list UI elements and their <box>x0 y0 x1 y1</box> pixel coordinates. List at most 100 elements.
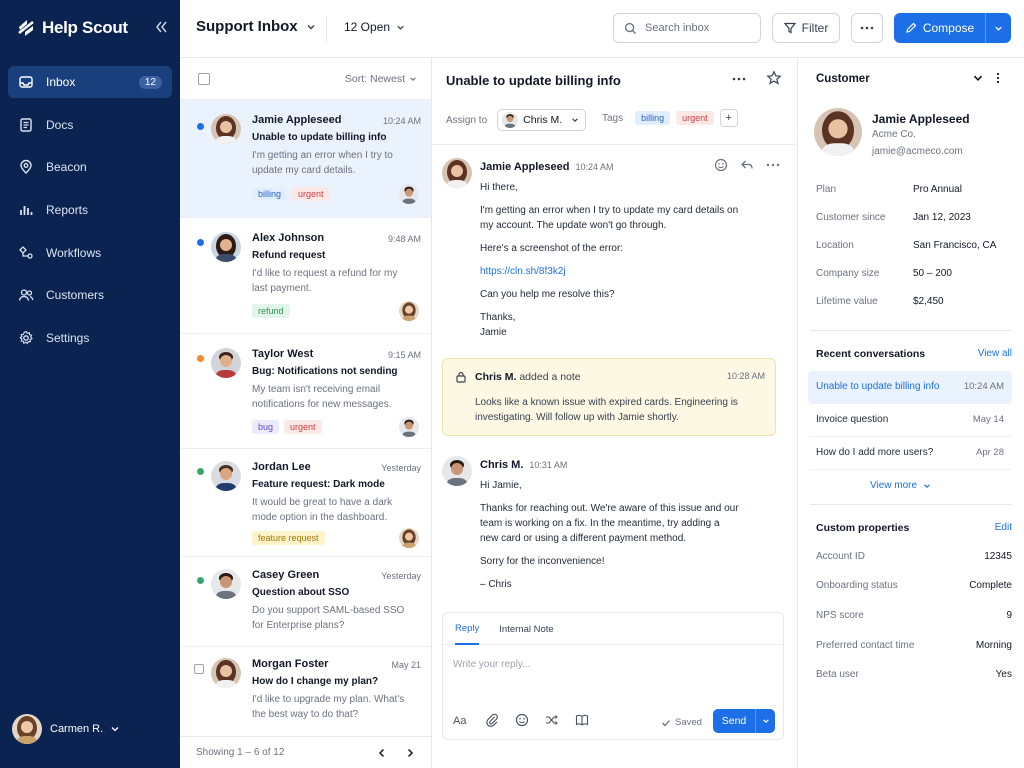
recent-conversation-item[interactable]: Unable to update billing info 10:24 AM <box>808 371 1012 403</box>
emoji-icon[interactable] <box>714 158 728 172</box>
assignee-avatar <box>502 112 518 128</box>
custom-properties-title: Custom properties <box>816 522 910 534</box>
view-more-button[interactable]: View more <box>870 480 931 491</box>
tag-urgent[interactable]: urgent <box>676 111 714 125</box>
customer-email[interactable]: jamie@acmeco.com <box>872 146 963 157</box>
field-label: Plan <box>816 184 837 195</box>
sidebar-item-label: Inbox <box>46 75 76 89</box>
conversation-item[interactable]: Jamie Appleseed 10:24 AM Unable to updat… <box>180 100 431 218</box>
collapse-sidebar-icon[interactable] <box>152 18 170 36</box>
draft-status: Saved <box>661 717 702 728</box>
more-vertical-icon[interactable] <box>996 72 1000 84</box>
field-label: Customer since <box>816 212 886 223</box>
tag-refund[interactable]: refund <box>252 304 290 318</box>
chevron-down-icon <box>307 24 315 29</box>
recent-conversation-item[interactable]: Invoice question May 14 <box>808 404 1012 436</box>
tab-internal-note[interactable]: Internal Note <box>499 613 553 645</box>
unread-indicator <box>197 239 204 246</box>
recent-conversations-title: Recent conversations <box>816 348 926 360</box>
conversation-item[interactable]: Jordan Lee Yesterday Feature request: Da… <box>180 449 431 557</box>
message-paragraph: Thanks for reaching out. We're aware of … <box>480 503 739 544</box>
chevron-left-icon[interactable] <box>377 748 387 758</box>
conversation-checkbox[interactable] <box>194 664 204 674</box>
tag-urgent[interactable]: urgent <box>284 420 322 434</box>
more-horizontal-icon[interactable] <box>766 158 780 172</box>
unread-indicator <box>197 577 204 584</box>
user-menu[interactable]: Carmen R. <box>12 714 119 744</box>
compose-label: Compose <box>922 21 975 35</box>
conversation-item[interactable]: Taylor West 9:15 AM Bug: Notifications n… <box>180 334 431 449</box>
text-format-icon[interactable]: Aa <box>453 713 469 727</box>
compose-main[interactable]: Compose <box>894 13 985 43</box>
sidebar-item-reports[interactable]: Reports <box>8 194 172 226</box>
reply-icon[interactable] <box>740 158 754 172</box>
customers-icon <box>18 289 34 302</box>
sidebar-item-settings[interactable]: Settings <box>8 322 172 354</box>
divider <box>810 504 1012 505</box>
more-horizontal-icon <box>860 26 874 30</box>
conversation-item[interactable]: Morgan Foster May 21 How do I change my … <box>180 647 431 734</box>
conversation-subject: Bug: Notifications not sending <box>252 366 398 377</box>
shuffle-icon[interactable] <box>545 713 559 727</box>
inbox-switcher[interactable]: Support Inbox <box>196 18 316 35</box>
compose-button[interactable]: Compose <box>894 13 1011 43</box>
sidebar-item-label: Settings <box>46 331 90 346</box>
select-all-checkbox[interactable] <box>198 72 210 85</box>
message-paragraph: Sorry for the inconvenience! <box>480 556 605 567</box>
tag-billing[interactable]: billing <box>635 111 671 125</box>
status-filter-dropdown[interactable]: 12 Open <box>344 20 405 34</box>
screenshot-link[interactable]: https://cln.sh/8f3k2j <box>480 266 566 277</box>
add-tag-button[interactable]: + <box>719 109 738 127</box>
attachment-icon[interactable] <box>485 713 499 727</box>
property-label: NPS score <box>816 610 864 621</box>
assignee-avatar <box>399 301 419 321</box>
book-icon[interactable] <box>575 713 589 727</box>
conversation-tags: bug urgent <box>252 420 322 434</box>
filter-button[interactable]: Filter <box>772 13 840 43</box>
sort-label: Sort: Newest <box>344 72 405 85</box>
send-button[interactable]: Send <box>713 709 775 733</box>
tag-feature-request[interactable]: feature request <box>252 531 325 545</box>
reply-input[interactable]: Write your reply... <box>453 659 530 670</box>
tag-billing[interactable]: billing <box>252 187 288 201</box>
brand[interactable]: Help Scout <box>16 14 128 42</box>
sidebar-item-label: Reports <box>46 203 89 218</box>
send-options-toggle[interactable] <box>755 709 775 733</box>
conversation-time: Yesterday <box>381 571 421 581</box>
assignee-dropdown[interactable]: Chris M. <box>497 109 587 131</box>
search-input[interactable]: Search inbox <box>613 13 761 43</box>
divider <box>810 469 1012 470</box>
tab-reply[interactable]: Reply <box>455 613 480 645</box>
chevron-down-icon <box>572 118 579 122</box>
sidebar-item-inbox[interactable]: Inbox 12 <box>8 66 172 98</box>
recent-conversation-item[interactable]: How do I add more users? Apr 28 <box>808 437 1012 469</box>
help-scout-logo-icon <box>18 20 34 36</box>
divider <box>326 16 327 42</box>
tag-bug[interactable]: bug <box>252 420 280 434</box>
conversation-item[interactable]: Casey Green Yesterday Question about SSO… <box>180 557 431 647</box>
conversation-item[interactable]: Alex Johnson 9:48 AM Refund request I'd … <box>180 218 431 334</box>
chevron-down-icon[interactable] <box>972 72 984 84</box>
field-value: Jan 12, 2023 <box>913 212 971 223</box>
recent-date: May 14 <box>972 414 1004 425</box>
filter-icon <box>783 22 796 34</box>
more-options-button[interactable] <box>851 13 883 43</box>
compose-options-toggle[interactable] <box>985 13 1011 43</box>
sidebar-item-docs[interactable]: Docs <box>8 109 172 141</box>
send-label[interactable]: Send <box>713 715 755 727</box>
view-all-link[interactable]: View all <box>978 348 1012 359</box>
more-horizontal-icon[interactable] <box>732 72 746 86</box>
emoji-icon[interactable] <box>515 713 529 727</box>
property-value: 9 <box>1006 610 1012 621</box>
conversation-customer: Casey Green <box>252 569 320 581</box>
chevron-right-icon[interactable] <box>405 748 415 758</box>
customer-avatar <box>211 232 241 262</box>
sidebar-item-beacon[interactable]: Beacon <box>8 151 172 183</box>
sort-dropdown[interactable]: Sort: Newest <box>345 73 417 85</box>
tag-urgent[interactable]: urgent <box>292 187 330 201</box>
sidebar-item-customers[interactable]: Customers <box>8 279 172 311</box>
edit-properties-link[interactable]: Edit <box>995 522 1012 533</box>
sidebar-item-workflows[interactable]: Workflows <box>8 237 172 269</box>
star-icon[interactable] <box>766 70 782 86</box>
conversation-time: 9:48 AM <box>387 234 421 244</box>
